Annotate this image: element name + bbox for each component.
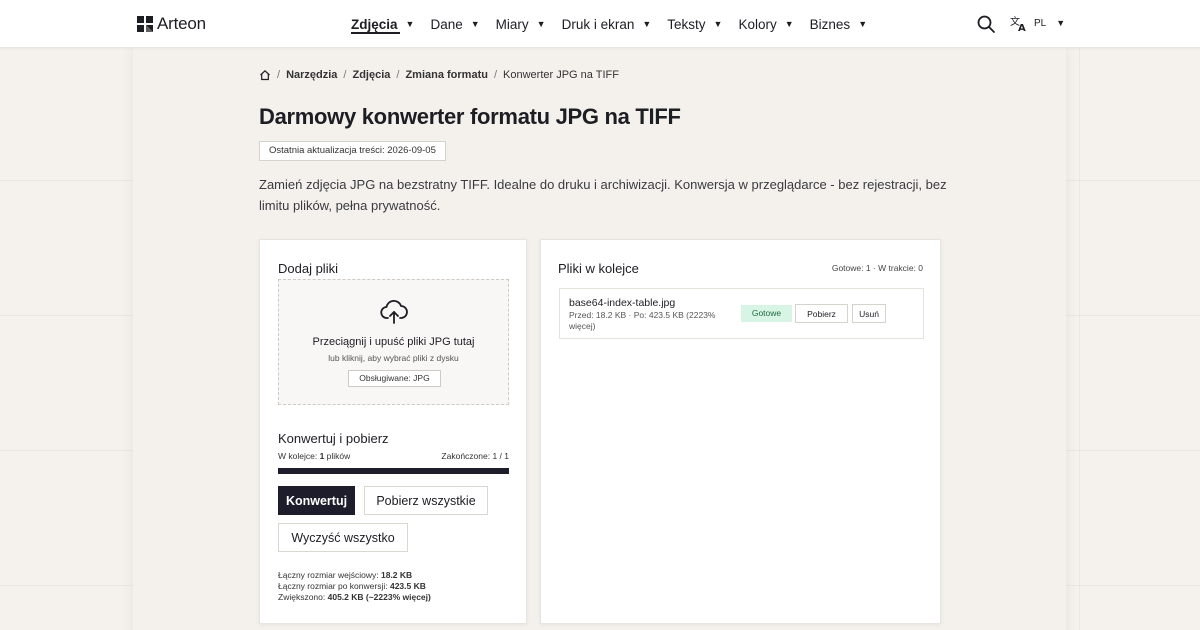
dropzone-sub-text: lub kliknij, aby wybrać pliki z dysku	[328, 353, 459, 363]
upload-title: Dodaj pliki	[278, 261, 338, 276]
stat-output-size: Łączny rozmiar po konwersji: 423.5 KB	[278, 581, 431, 592]
upload-card: Dodaj pliki Przeciągnij i upuść pliki JP…	[259, 239, 527, 624]
clear-all-button[interactable]: Wyczyść wszystko	[278, 523, 408, 552]
nav-label: Kolory	[738, 16, 777, 32]
stat-increase: Zwiększono: 405.2 KB (~2223% więcej)	[278, 592, 431, 603]
nav-item-druk-i-ekran[interactable]: Druk i ekran ▼	[562, 0, 652, 48]
language-selector[interactable]: 文 A PL ▼	[1010, 14, 1065, 32]
search-icon	[977, 15, 995, 33]
nav-label: Biznes	[809, 16, 851, 32]
convert-title: Konwertuj i pobierz	[278, 431, 389, 446]
queue-card: Pliki w kolejce Gotowe: 1 · W trakcie: 0…	[540, 239, 941, 624]
nav-item-dane[interactable]: Dane ▼	[430, 0, 479, 48]
stat-label: Łączny rozmiar po konwersji:	[278, 581, 390, 591]
home-icon[interactable]	[259, 69, 271, 81]
file-name: base64-index-table.jpg	[569, 297, 676, 309]
file-remove-button[interactable]: Usuń	[852, 304, 886, 323]
breadcrumb-separator: /	[343, 69, 347, 81]
nav-label: Teksty	[667, 16, 706, 32]
caret-down-icon: ▼	[470, 19, 480, 29]
file-download-button[interactable]: Pobierz	[795, 304, 848, 323]
stat-label: Zwiększono:	[278, 592, 328, 602]
breadcrumb-link[interactable]: Zmiana formatu	[405, 69, 488, 81]
caret-down-icon: ▼	[713, 19, 723, 29]
breadcrumb-link[interactable]: Narzędzia	[286, 69, 337, 81]
convert-button[interactable]: Konwertuj	[278, 486, 355, 515]
breadcrumb-separator: /	[396, 69, 400, 81]
stat-value: 405.2 KB (~2223% więcej)	[327, 592, 431, 602]
progress-bar	[278, 468, 509, 474]
caret-down-icon: ▼	[1056, 18, 1066, 28]
caret-down-icon: ▼	[858, 19, 868, 29]
nav-label: Zdjęcia	[351, 16, 398, 32]
breadcrumb-separator: /	[493, 69, 498, 81]
queue-count: W kolejce: 1 plików	[278, 451, 350, 461]
caret-down-icon: ▼	[405, 19, 415, 29]
file-row: base64-index-table.jpg Przed: 18.2 KB · …	[559, 288, 924, 339]
nav-item-biznes[interactable]: Biznes ▼	[810, 0, 867, 48]
queue-summary: Gotowe: 1 · W trakcie: 0	[831, 263, 923, 273]
cloud-upload-icon	[380, 299, 408, 324]
caret-down-icon: ▼	[536, 19, 546, 29]
queue-suffix: plików	[324, 451, 351, 461]
status-badge: Gotowe	[741, 305, 792, 322]
page-title: Darmowy konwerter formatu JPG na TIFF	[259, 104, 681, 129]
size-stats: Łączny rozmiar wejściowy: 18.2 KB Łączny…	[278, 570, 431, 603]
nav-item-kolory[interactable]: Kolory ▼	[738, 0, 793, 48]
logo-icon	[137, 16, 153, 32]
queue-title: Pliki w kolejce	[558, 261, 639, 276]
download-all-button[interactable]: Pobierz wszystkie	[364, 486, 488, 515]
translate-icon: 文 A	[1010, 15, 1026, 32]
dropzone-main-text: Przeciągnij i upuść pliki JPG tutaj	[312, 336, 475, 348]
breadcrumb: / Narzędzia / Zdjęcia / Zmiana formatu /…	[259, 69, 619, 81]
nav-label: Druk i ekran	[561, 16, 635, 32]
file-dropzone[interactable]: Przeciągnij i upuść pliki JPG tutaj lub …	[278, 279, 509, 405]
search-button[interactable]	[976, 14, 996, 34]
caret-down-icon: ▼	[642, 19, 652, 29]
top-navbar: Arteon Zdjęcia ▼ Dane ▼ Miary ▼ Druk i ekra…	[0, 0, 1200, 48]
svg-text:A: A	[1018, 23, 1026, 32]
breadcrumb-separator: /	[277, 69, 281, 81]
completed-count: Zakończone: 1 / 1	[441, 451, 509, 461]
stat-value: 18.2 KB	[380, 570, 413, 580]
stat-label: Łączny rozmiar wejściowy:	[278, 570, 381, 580]
breadcrumb-current: Konwerter JPG na TIFF	[503, 69, 619, 81]
language-code: PL	[1034, 17, 1047, 29]
file-size-info: Przed: 18.2 KB · Po: 423.5 KB (2223% wię…	[569, 310, 716, 331]
stat-input-size: Łączny rozmiar wejściowy: 18.2 KB	[278, 570, 431, 581]
logo[interactable]: Arteon	[137, 14, 206, 34]
nav-item-teksty[interactable]: Teksty ▼	[667, 0, 722, 48]
main-nav: Zdjęcia ▼ Dane ▼ Miary ▼ Druk i ekran ▼ Teks…	[351, 0, 883, 48]
logo-text: Arteon	[157, 14, 206, 33]
queue-status-row: W kolejce: 1 plików Zakończone: 1 / 1	[278, 451, 509, 461]
last-updated-badge: Ostatnia aktualizacja treści: 2026-09-05	[259, 141, 446, 161]
nav-label: Dane	[430, 16, 463, 32]
nav-item-miary[interactable]: Miary ▼	[496, 0, 546, 48]
nav-item-zdjecia[interactable]: Zdjęcia ▼	[351, 0, 414, 48]
queue-prefix: W kolejce:	[278, 451, 320, 461]
supported-formats-badge: Obsługiwane: JPG	[348, 370, 441, 387]
caret-down-icon: ▼	[784, 19, 794, 29]
breadcrumb-link[interactable]: Zdjęcia	[352, 69, 390, 81]
stat-value: 423.5 KB	[389, 581, 426, 591]
intro-text: Zamień zdjęcia JPG na bezstratny TIFF. I…	[259, 177, 947, 213]
nav-label: Miary	[495, 16, 529, 32]
progress-fill	[278, 468, 509, 474]
